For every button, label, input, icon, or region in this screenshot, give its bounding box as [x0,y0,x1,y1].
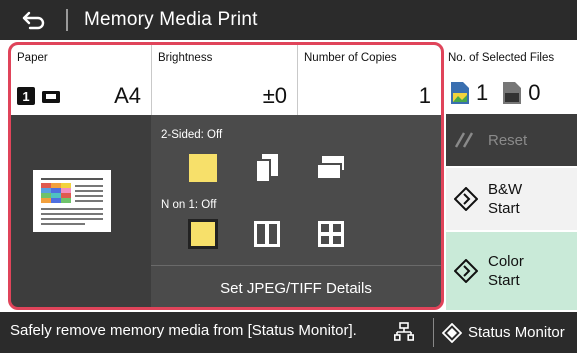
color-start-line1: Color [488,253,524,270]
layout-options-panel: 2-Sided: Off N on 1: Off Set JPEG/TIFF D… [151,115,441,307]
four-on-one-option[interactable] [311,214,351,254]
bw-start-line1: B&W [488,181,523,198]
reset-slash-icon [454,132,474,148]
n-on-1-off-option[interactable] [183,214,223,254]
two-sided-label: 2-Sided: Off [161,129,223,141]
reset-label: Reset [488,131,528,149]
two-sided-off-option[interactable] [183,148,223,188]
title-bar: Memory Media Print [0,0,577,40]
copies-value: 1 [418,83,431,108]
bw-start-label: B&W Start [488,180,522,218]
status-divider [433,318,434,347]
color-start-label: Color Start [488,252,524,290]
paper-drawer-icon [42,91,60,103]
single-page-layout-icon [188,219,218,249]
n-on-1-label: N on 1: Off [161,199,217,211]
paper-source: 1 [17,87,61,105]
memory-media-print-screen: Memory Media Print Paper 1 A4 Brightness… [0,0,577,353]
document-preview-icon [33,170,111,232]
status-message: Safely remove memory media from [Status … [10,322,357,339]
four-page-layout-icon [318,221,344,247]
book-binding-icon [255,154,278,182]
start-diamond-icon [454,259,478,283]
selected-files-counts: 1 0 [450,80,541,106]
copies-setting[interactable]: Number of Copies 1 [298,45,441,115]
paper-size-value: A4 [114,83,141,108]
paper-setting[interactable]: Paper 1 A4 [11,45,152,115]
start-diamond-icon [454,187,478,211]
document-file-count: 0 [528,80,541,105]
selected-files-box: No. of Selected Files 1 0 [446,42,577,112]
bw-start-line2: Start [488,200,520,217]
print-settings-panel: Paper 1 A4 Brightness ±0 Number of Copie… [8,42,444,310]
tray-number-badge: 1 [17,87,35,105]
status-monitor-label: Status Monitor [468,324,565,341]
two-on-one-option[interactable] [247,214,287,254]
status-monitor-icon [442,322,462,343]
brightness-setting[interactable]: Brightness ±0 [152,45,298,115]
settings-row: Paper 1 A4 Brightness ±0 Number of Copie… [11,45,441,115]
brightness-value: ±0 [262,83,287,108]
bw-start-button[interactable]: B&W Start [446,168,577,230]
reset-button[interactable]: Reset [446,114,577,166]
image-file-count: 1 [476,80,489,105]
image-file-icon [451,82,469,104]
back-button[interactable] [10,6,58,34]
print-preview [33,170,111,237]
title-divider [66,9,68,31]
page-title: Memory Media Print [84,9,258,30]
two-sided-short-edge-option[interactable] [311,148,351,188]
status-bar: Safely remove memory media from [Status … [0,312,577,353]
status-monitor-button[interactable]: Status Monitor [442,318,565,347]
two-page-layout-icon [254,221,280,247]
network-icon [394,322,414,341]
document-file-icon [503,82,522,104]
copies-label: Number of Copies [304,52,397,64]
color-start-button[interactable]: Color Start [446,232,577,310]
brightness-label: Brightness [158,52,213,64]
two-sided-long-edge-option[interactable] [247,148,287,188]
paper-label: Paper [17,52,48,64]
back-arrow-icon [22,11,45,30]
selected-files-label: No. of Selected Files [448,52,555,64]
color-start-line2: Start [488,272,520,289]
set-jpeg-tiff-details-button[interactable]: Set JPEG/TIFF Details [151,265,441,307]
single-sheet-icon [189,154,217,182]
calendar-binding-icon [316,156,344,180]
